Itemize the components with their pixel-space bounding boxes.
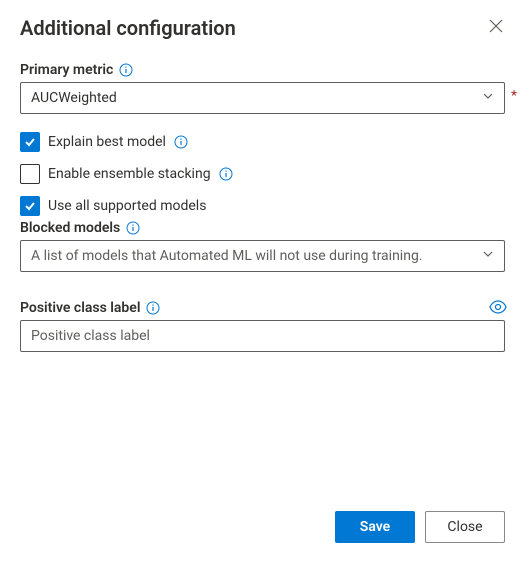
chevron-down-icon bbox=[482, 90, 494, 106]
close-icon[interactable] bbox=[487, 16, 505, 39]
explain-best-model-checkbox[interactable] bbox=[20, 132, 40, 152]
close-button[interactable]: Close bbox=[425, 511, 505, 543]
blocked-models-select[interactable]: A list of models that Automated ML will … bbox=[20, 240, 505, 272]
info-icon[interactable] bbox=[126, 221, 140, 235]
info-icon[interactable] bbox=[146, 301, 160, 315]
positive-class-label-label: Positive class label bbox=[20, 300, 140, 316]
info-icon[interactable] bbox=[119, 63, 133, 77]
enable-ensemble-stacking-checkbox[interactable] bbox=[20, 164, 40, 184]
panel-title: Additional configuration bbox=[20, 16, 236, 40]
enable-ensemble-stacking-label: Enable ensemble stacking bbox=[48, 166, 211, 182]
save-button[interactable]: Save bbox=[335, 511, 415, 543]
positive-class-label-placeholder: Positive class label bbox=[31, 328, 150, 344]
required-indicator: * bbox=[511, 88, 517, 104]
blocked-models-placeholder: A list of models that Automated ML will … bbox=[31, 248, 423, 264]
explain-best-model-label: Explain best model bbox=[48, 134, 166, 150]
use-all-supported-models-checkbox[interactable] bbox=[20, 196, 40, 216]
positive-class-label-input[interactable]: Positive class label bbox=[20, 320, 505, 352]
primary-metric-value: AUCWeighted bbox=[31, 90, 117, 106]
eye-icon[interactable] bbox=[489, 300, 507, 318]
info-icon[interactable] bbox=[174, 135, 188, 149]
use-all-supported-models-label: Use all supported models bbox=[48, 198, 206, 214]
primary-metric-label: Primary metric bbox=[20, 62, 113, 78]
chevron-down-icon bbox=[482, 248, 494, 264]
info-icon[interactable] bbox=[219, 167, 233, 181]
blocked-models-label: Blocked models bbox=[20, 220, 120, 236]
primary-metric-select[interactable]: AUCWeighted bbox=[20, 82, 505, 114]
